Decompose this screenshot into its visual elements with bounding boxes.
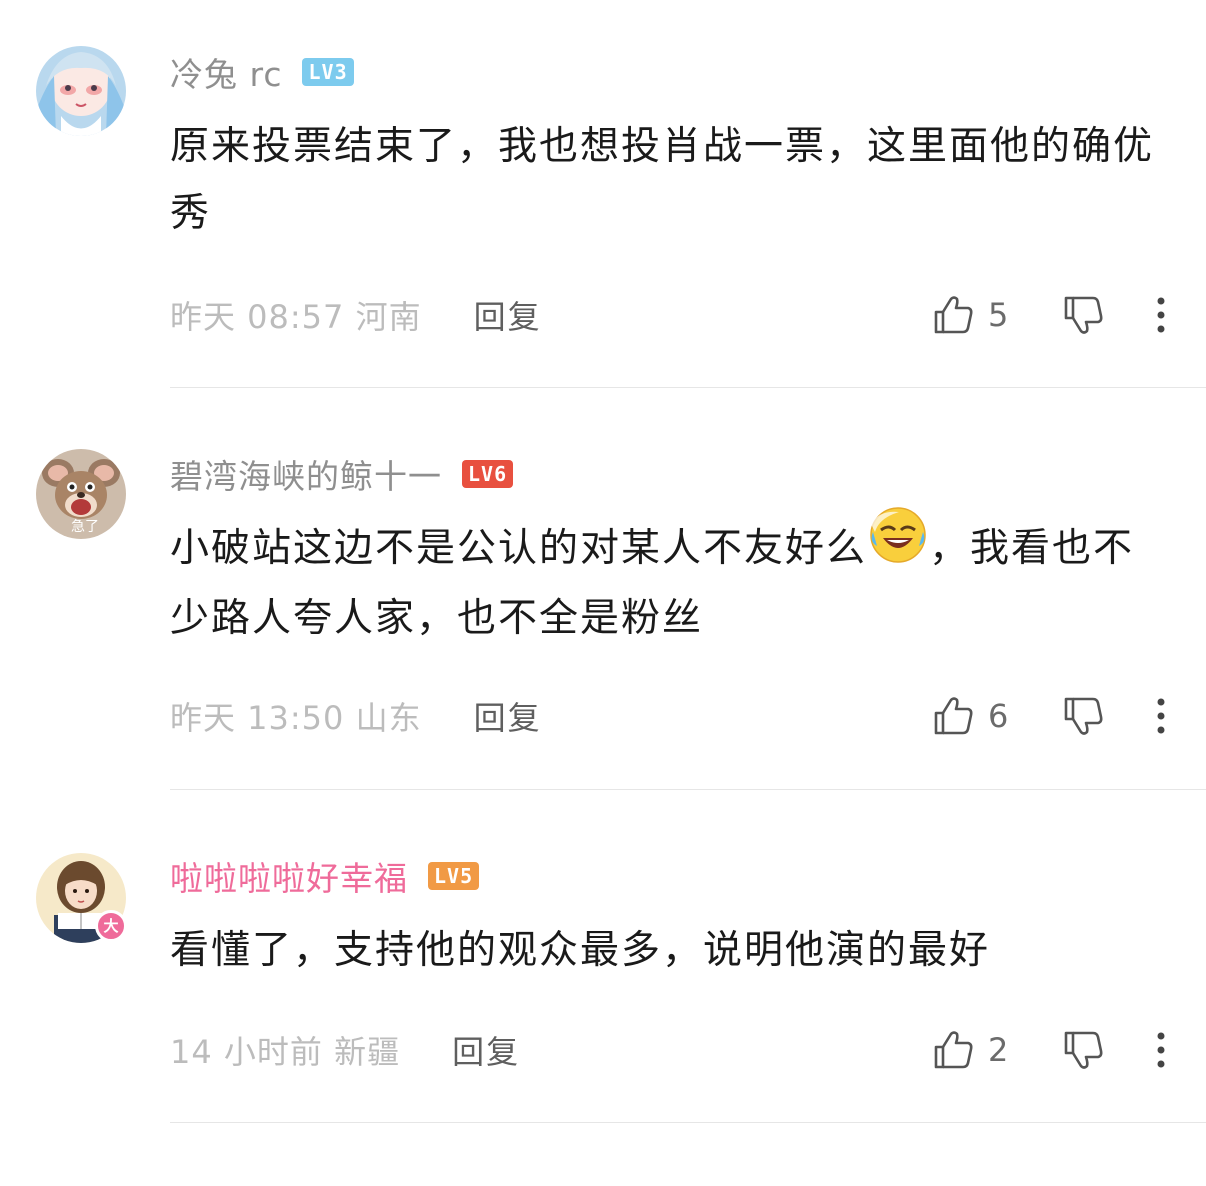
comment-timestamp: 14 小时前 新疆 — [170, 1033, 401, 1071]
avatar-caption: 急了 — [71, 519, 99, 535]
thumbs-up-icon — [934, 697, 973, 735]
level-badge: LV6 — [462, 460, 514, 488]
avatar[interactable] — [36, 46, 126, 136]
comment-meta: 昨天 08:57 河南 回复 — [170, 292, 542, 338]
username[interactable]: 冷兔 rc — [170, 48, 282, 96]
vip-badge: 大 — [95, 910, 127, 942]
comment-divider — [170, 1122, 1206, 1123]
comment-divider — [170, 387, 1206, 388]
comment-actions: 5 — [932, 292, 1166, 338]
thumbs-down-icon — [1064, 697, 1103, 735]
comment-meta: 14 小时前 新疆 回复 — [170, 1027, 520, 1073]
vip-badge-label: 大 — [103, 916, 119, 935]
dislike-button[interactable] — [1062, 294, 1104, 336]
user-info-row: 啦啦啦啦好幸福 LV5 — [170, 852, 480, 900]
like-count: 6 — [988, 697, 1009, 735]
avatar[interactable]: 急了 — [36, 449, 126, 539]
comment-timestamp: 昨天 13:50 山东 — [170, 699, 422, 737]
thumbs-up-icon — [934, 1031, 973, 1069]
laughing-tears-emoji-icon — [869, 506, 927, 585]
more-options-button[interactable] — [1156, 696, 1166, 736]
user-info-row: 冷兔 rc LV3 — [170, 50, 354, 94]
dislike-button[interactable] — [1062, 695, 1104, 737]
comment-text-part: 小破站这边不是公认的对某人不友好么 — [170, 526, 868, 571]
more-options-button[interactable] — [1156, 1030, 1166, 1070]
reply-button[interactable]: 回复 — [474, 292, 542, 338]
more-vertical-icon — [1157, 698, 1165, 734]
reply-button[interactable]: 回复 — [474, 693, 542, 739]
more-vertical-icon — [1157, 1032, 1165, 1068]
comment-text: 小破站这边不是公认的对某人不友好么 ，我看也不少路人夸人家，也不全是粉丝 — [170, 507, 1170, 652]
dislike-button[interactable] — [1062, 1029, 1104, 1071]
cartoon-mouse-avatar-icon: 急了 — [36, 449, 126, 539]
thumbs-down-icon — [1064, 296, 1103, 334]
more-vertical-icon — [1157, 297, 1165, 333]
thumbs-up-icon — [934, 296, 973, 334]
anime-girl-avatar-icon — [36, 46, 126, 136]
comment-text: 原来投票结束了，我也想投肖战一票，这里面他的确优秀 — [170, 124, 1155, 236]
thumbs-down-icon — [1064, 1031, 1103, 1069]
like-count: 5 — [988, 296, 1009, 334]
like-button[interactable]: 5 — [932, 294, 1028, 336]
comment-timestamp: 昨天 08:57 河南 — [170, 298, 422, 336]
reply-button[interactable]: 回复 — [452, 1027, 520, 1073]
like-count: 2 — [988, 1031, 1009, 1069]
username[interactable]: 啦啦啦啦好幸福 — [170, 852, 408, 900]
username[interactable]: 碧湾海峡的鲸十一 — [170, 450, 442, 498]
comment-actions: 2 — [932, 1027, 1166, 1073]
level-badge: LV3 — [302, 58, 354, 86]
comment-divider — [170, 789, 1206, 790]
comment-meta: 昨天 13:50 山东 回复 — [170, 693, 542, 739]
like-button[interactable]: 6 — [932, 695, 1028, 737]
comment-text: 看懂了，支持他的观众最多，说明他演的最好 — [170, 928, 991, 973]
comment-actions: 6 — [932, 693, 1166, 739]
more-options-button[interactable] — [1156, 295, 1166, 335]
level-badge: LV5 — [428, 862, 480, 890]
like-button[interactable]: 2 — [932, 1029, 1028, 1071]
user-info-row: 碧湾海峡的鲸十一 LV6 — [170, 450, 514, 498]
